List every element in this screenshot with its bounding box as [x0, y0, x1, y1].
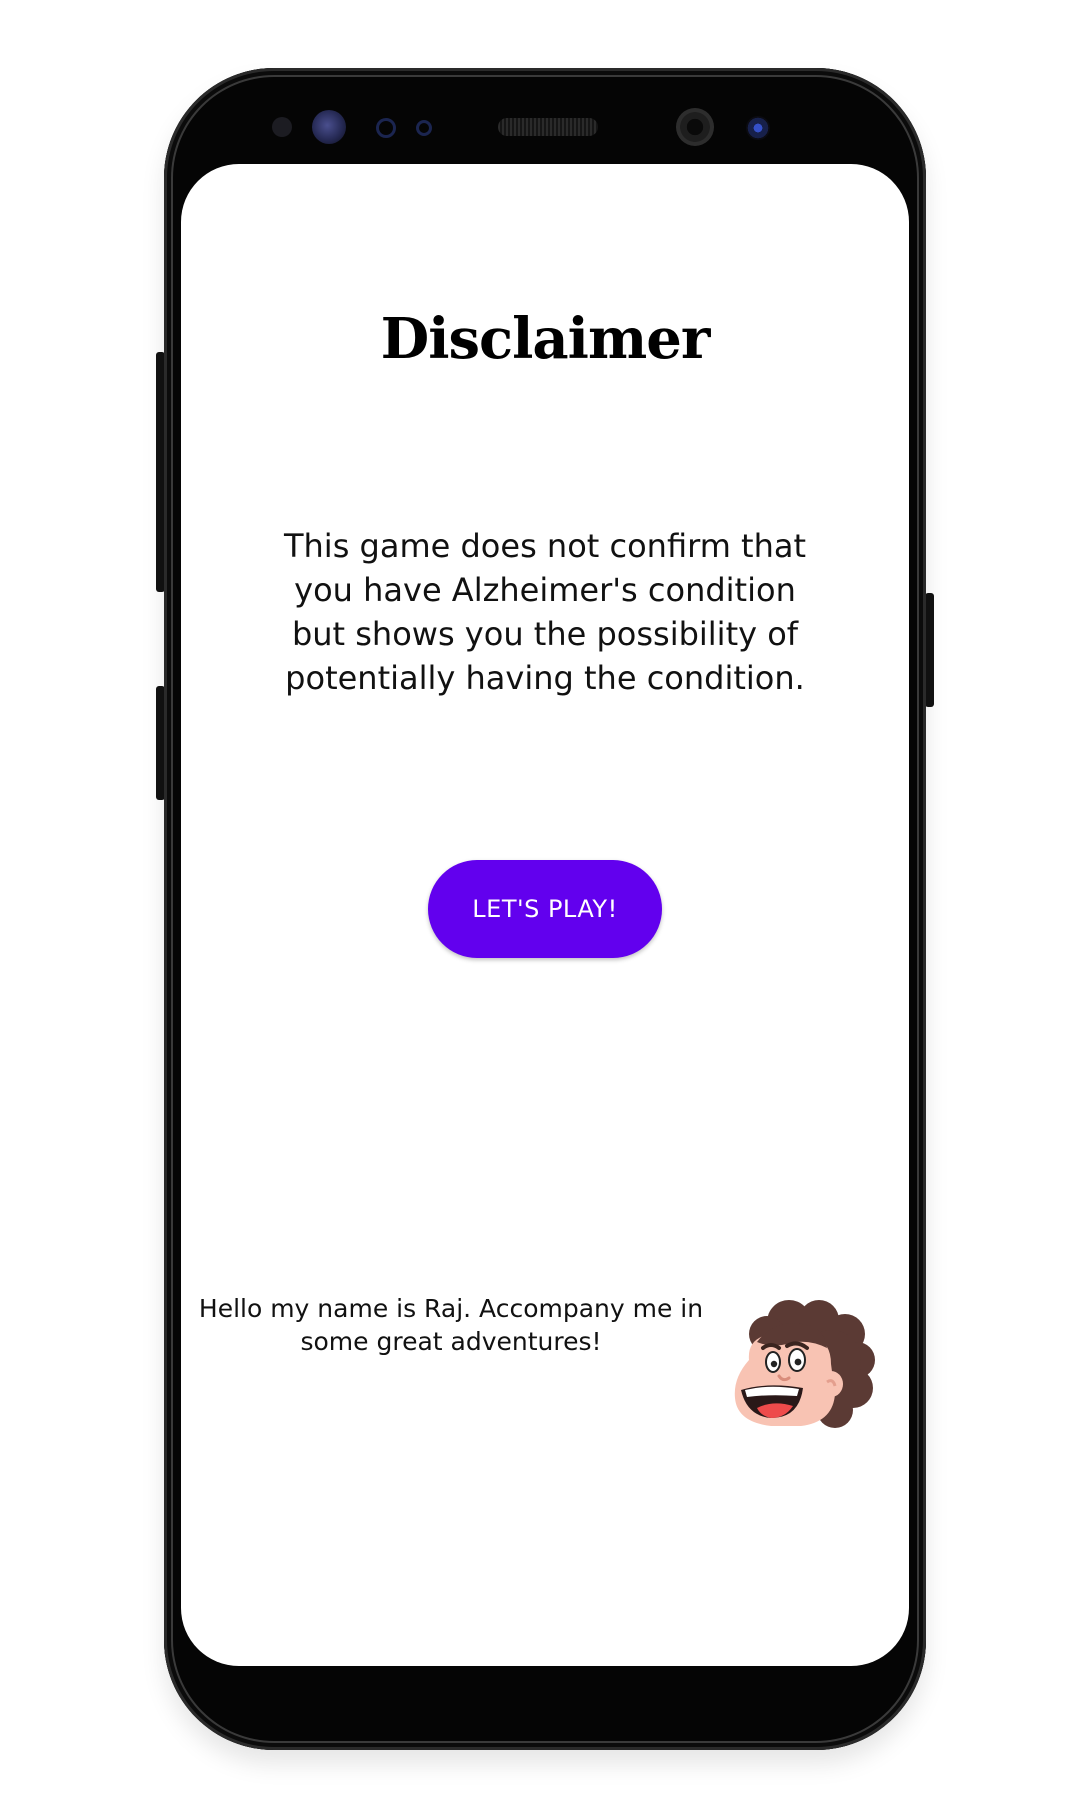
raj-mascot-icon [734, 1300, 875, 1428]
page-title: Disclaimer [380, 306, 711, 372]
power-button [925, 593, 934, 707]
lets-play-button[interactable]: LET'S PLAY! [428, 860, 662, 958]
proximity-sensor-icon [272, 117, 292, 137]
light-sensor-icon [376, 118, 396, 138]
app-screen: Disclaimer This game does not confirm th… [181, 164, 909, 1666]
mascot-greeting: Hello my name is Raj. Accompany me in so… [198, 1294, 704, 1356]
iris-scanner-icon [312, 110, 346, 144]
lets-play-label: LET'S PLAY! [472, 895, 618, 923]
iris-camera-icon [746, 116, 770, 140]
led-indicator-icon [416, 120, 432, 136]
disclaimer-message: This game does not confirm that you have… [283, 527, 807, 697]
device-mockup: Disclaimer This game does not confirm th… [0, 0, 1086, 1819]
earpiece-speaker [498, 118, 598, 136]
front-camera-icon [676, 108, 714, 146]
